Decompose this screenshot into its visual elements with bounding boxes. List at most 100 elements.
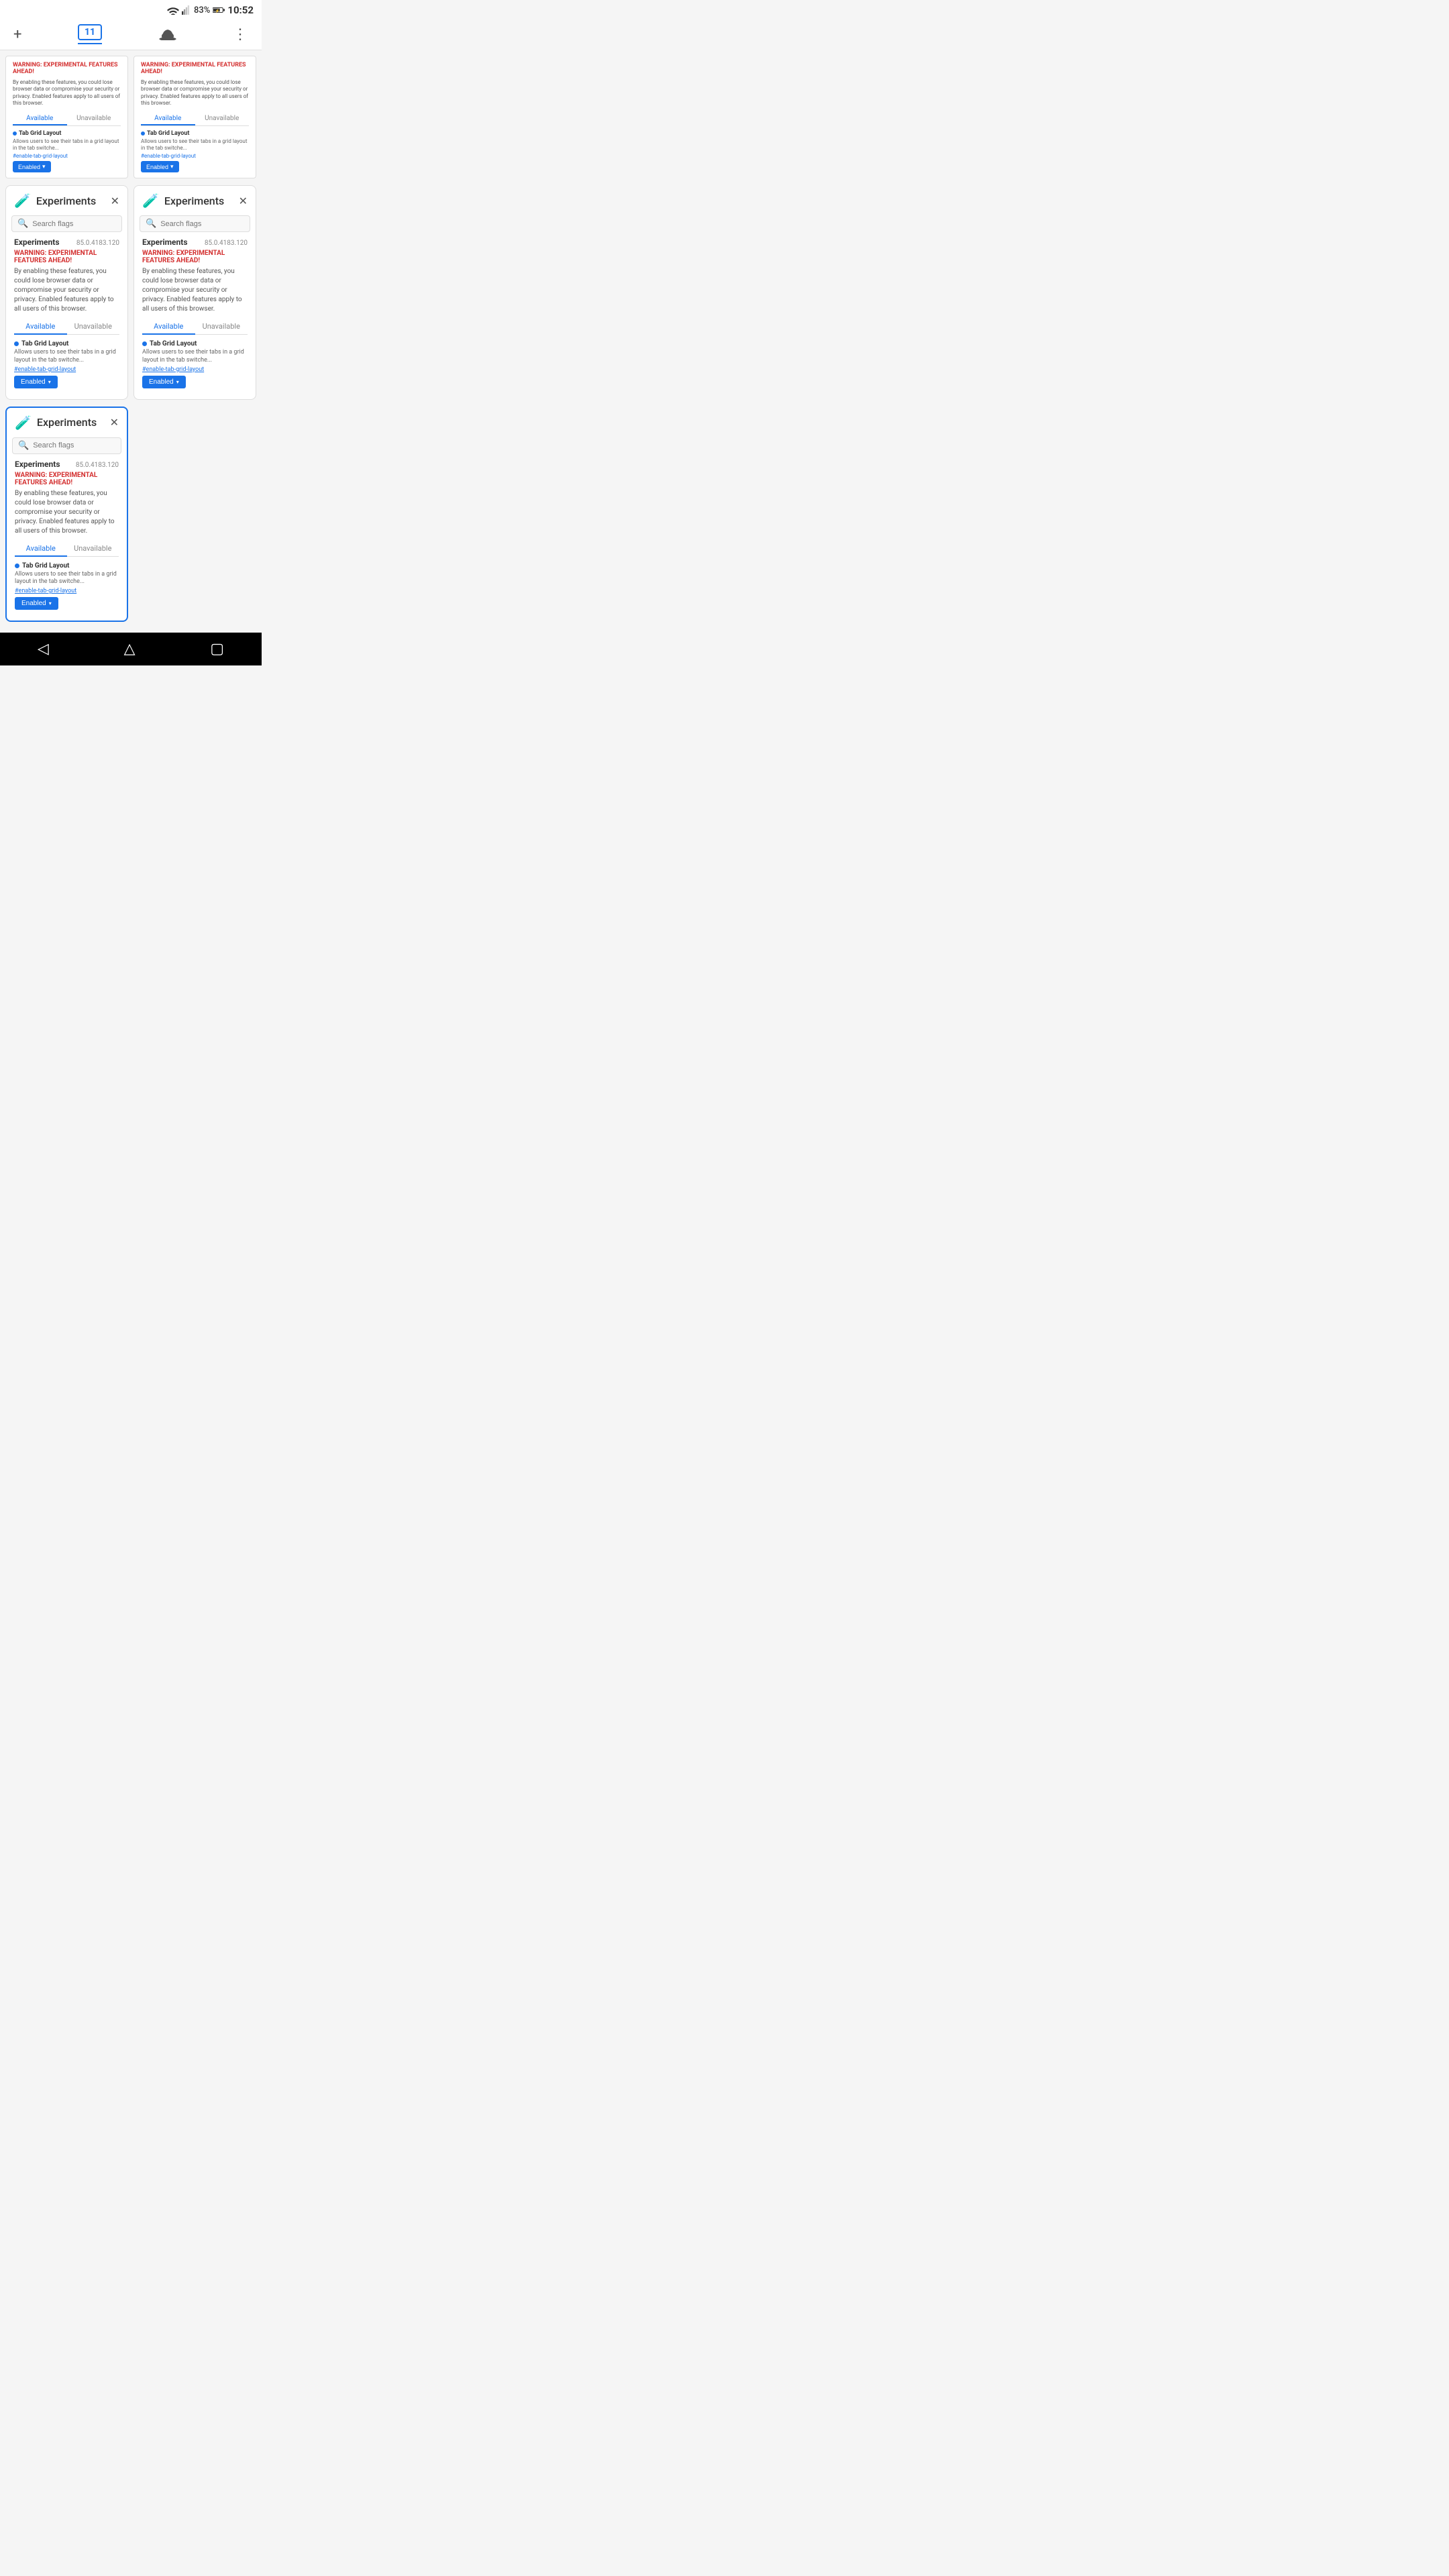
tabs-row-middle-right: Available Unavailable — [142, 319, 248, 335]
card-title-middle-right: Experiments — [164, 195, 233, 207]
enabled-btn-middle-left[interactable]: Enabled ▾ — [14, 376, 58, 388]
battery-icon: ⚡ — [213, 6, 225, 14]
exp-header-bottom: Experiments 85.0.4183.120 — [15, 460, 119, 469]
unavailable-tab-middle-left[interactable]: Unavailable — [67, 319, 120, 334]
feature-title-partial-right: Tab Grid Layout — [141, 130, 249, 137]
feature-desc-middle-left: Allows users to see their tabs in a grid… — [14, 349, 119, 364]
available-tab-bottom[interactable]: Available — [15, 541, 67, 557]
status-time: 10:52 — [227, 4, 254, 16]
signal-icon — [182, 5, 191, 15]
reset-btn-middle-left[interactable]: Reset all — [127, 219, 128, 228]
feature-partial-right: Tab Grid Layout Allows users to see thei… — [134, 130, 256, 173]
tab-bar: + 11 ⋮ — [0, 19, 262, 50]
feature-link-middle-left[interactable]: #enable-tab-grid-layout — [14, 366, 119, 373]
unavailable-tab-partial-right[interactable]: Unavailable — [195, 113, 250, 125]
enabled-label-middle-left: Enabled — [21, 378, 46, 386]
warning-desc-middle-right: By enabling these features, you could lo… — [142, 267, 248, 314]
exp-title-middle-left: Experiments — [14, 237, 59, 247]
feature-partial-left: Tab Grid Layout Allows users to see thei… — [6, 130, 127, 173]
available-tab-middle-right[interactable]: Available — [142, 319, 195, 335]
feature-title-partial-left: Tab Grid Layout — [13, 130, 121, 137]
feature-link-middle-right[interactable]: #enable-tab-grid-layout — [142, 366, 248, 373]
unavailable-tab-bottom[interactable]: Unavailable — [67, 541, 119, 556]
warning-title-middle-right: WARNING: EXPERIMENTAL FEATURES AHEAD! — [142, 250, 248, 264]
blue-dot-bottom — [15, 564, 19, 568]
available-tab-partial-left[interactable]: Available — [13, 113, 67, 125]
feature-title-middle-left: Tab Grid Layout — [14, 340, 119, 347]
tabs-row-bottom: Available Unavailable — [15, 541, 119, 557]
warning-desc-middle-left: By enabling these features, you could lo… — [14, 267, 119, 314]
search-input-bottom[interactable] — [33, 441, 128, 449]
partial-warning-title-right: WARNING: EXPERIMENTAL FEATURES AHEAD! — [141, 59, 249, 76]
status-icons: 83% ⚡ 10:52 — [167, 4, 254, 16]
feature-title-middle-right: Tab Grid Layout — [142, 340, 248, 347]
blue-dot-partial-left — [13, 131, 17, 136]
tabs-row-middle-left: Available Unavailable — [14, 319, 119, 335]
exp-version-bottom: 85.0.4183.120 — [76, 462, 119, 469]
exp-header-middle-right: Experiments 85.0.4183.120 — [142, 237, 248, 247]
unavailable-tab-partial-left[interactable]: Unavailable — [67, 113, 121, 125]
exp-title-middle-right: Experiments — [142, 237, 187, 247]
dropdown-arrow-bottom: ▾ — [49, 600, 52, 606]
experiment-card-middle-left: 🧪 Experiments ✕ 🔍 Reset all Experiments … — [5, 185, 128, 399]
enabled-label-middle-right: Enabled — [149, 378, 174, 386]
status-bar: 83% ⚡ 10:52 — [0, 0, 262, 19]
experiment-card-middle-right: 🧪 Experiments ✕ 🔍 Reset all Experiments … — [133, 185, 256, 399]
card-header-bottom: 🧪 Experiments ✕ — [7, 408, 127, 437]
feature-desc-bottom: Allows users to see their tabs in a grid… — [15, 571, 119, 586]
feature-title-bottom: Tab Grid Layout — [15, 562, 119, 570]
blue-dot-middle-right — [142, 341, 147, 346]
recents-button[interactable]: ▢ — [210, 641, 224, 657]
search-icon-bottom: 🔍 — [18, 441, 29, 451]
available-tab-middle-left[interactable]: Available — [14, 319, 67, 335]
enabled-btn-partial-right[interactable]: Enabled ▾ — [141, 161, 179, 172]
search-icon-middle-right: 🔍 — [146, 219, 156, 229]
search-input-middle-right[interactable] — [160, 220, 256, 228]
card-title-middle-left: Experiments — [36, 195, 105, 207]
feature-name-bottom: Tab Grid Layout — [22, 562, 69, 570]
home-button[interactable]: △ — [124, 641, 136, 657]
tab-count-badge: 11 — [78, 24, 102, 40]
search-bar-middle-right[interactable]: 🔍 Reset all — [140, 215, 250, 232]
incognito-icon[interactable] — [158, 25, 177, 44]
feature-desc-partial-right: Allows users to see their tabs in a grid… — [141, 138, 249, 152]
flask-icon-middle-left: 🧪 — [14, 193, 31, 209]
card-header-middle-left: 🧪 Experiments ✕ — [6, 186, 127, 215]
unavailable-tab-middle-right[interactable]: Unavailable — [195, 319, 248, 334]
exp-header-middle-left: Experiments 85.0.4183.120 — [14, 237, 119, 247]
close-btn-middle-right[interactable]: ✕ — [239, 195, 248, 207]
feature-link-partial-left[interactable]: #enable-tab-grid-layout — [13, 153, 121, 159]
enabled-label-bottom: Enabled — [21, 600, 46, 607]
exp-version-middle-left: 85.0.4183.120 — [76, 239, 119, 247]
enabled-btn-middle-right[interactable]: Enabled ▾ — [142, 376, 186, 388]
enabled-btn-bottom[interactable]: Enabled ▾ — [15, 597, 58, 610]
search-bar-bottom[interactable]: 🔍 Reset all — [12, 437, 121, 454]
bottom-nav: ◁ △ ▢ — [0, 633, 262, 665]
close-btn-bottom[interactable]: ✕ — [110, 416, 119, 429]
close-btn-middle-left[interactable]: ✕ — [111, 195, 119, 207]
search-icon-middle-left: 🔍 — [17, 219, 28, 229]
feature-item-bottom: Tab Grid Layout Allows users to see thei… — [15, 562, 119, 610]
partial-warning-title-left: WARNING: EXPERIMENTAL FEATURES AHEAD! — [13, 59, 121, 76]
flask-icon-middle-right: 🧪 — [142, 193, 159, 209]
feature-item-middle-left: Tab Grid Layout Allows users to see thei… — [14, 340, 119, 388]
search-bar-middle-left[interactable]: 🔍 Reset all — [11, 215, 122, 232]
card-body-middle-right: Experiments 85.0.4183.120 WARNING: EXPER… — [134, 237, 256, 398]
back-button[interactable]: ◁ — [38, 641, 49, 657]
more-options-button[interactable]: ⋮ — [233, 26, 248, 43]
blue-dot-middle-left — [14, 341, 19, 346]
blue-dot-partial-right — [141, 131, 145, 136]
new-tab-button[interactable]: + — [13, 26, 21, 43]
tab-count-button[interactable]: 11 — [78, 24, 102, 44]
feature-desc-middle-right: Allows users to see their tabs in a grid… — [142, 349, 248, 364]
partial-warning-desc-left: By enabling these features, you could lo… — [13, 79, 121, 107]
feature-link-bottom[interactable]: #enable-tab-grid-layout — [15, 588, 119, 594]
partial-warning-left: WARNING: EXPERIMENTAL FEATURES AHEAD! By… — [6, 56, 127, 113]
feature-link-partial-right[interactable]: #enable-tab-grid-layout — [141, 153, 249, 159]
feature-name-middle-left: Tab Grid Layout — [21, 340, 68, 347]
available-tab-partial-right[interactable]: Available — [141, 113, 195, 125]
card-body-middle-left: Experiments 85.0.4183.120 WARNING: EXPER… — [6, 237, 127, 398]
enabled-btn-partial-left[interactable]: Enabled ▾ — [13, 161, 51, 172]
search-input-middle-left[interactable] — [32, 220, 127, 228]
middle-card-row: 🧪 Experiments ✕ 🔍 Reset all Experiments … — [5, 185, 256, 399]
